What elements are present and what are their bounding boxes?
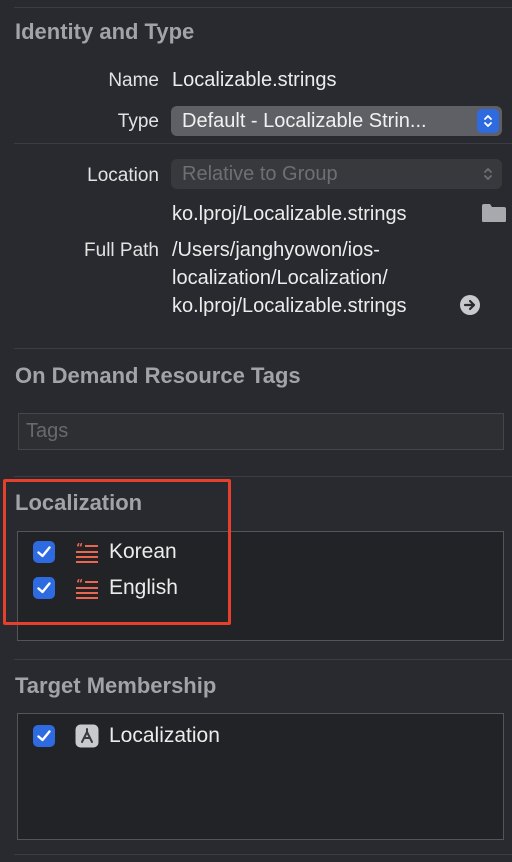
english-label: English — [109, 576, 178, 599]
full-path-line: /Users/janghyowon/ios- — [172, 239, 380, 261]
tags-input[interactable]: Tags — [18, 413, 504, 450]
on-demand-section-title: On Demand Resource Tags — [15, 363, 301, 388]
popup-stepper-icon — [477, 109, 499, 133]
checkmark-icon — [37, 730, 51, 742]
target-membership-divider — [14, 659, 512, 660]
localization-item-korean: “ Korean — [33, 539, 177, 565]
location-popup: Relative to Group — [171, 159, 502, 189]
name-label: Name — [108, 70, 159, 91]
full-path-line: ko.lproj/Localizable.strings — [172, 295, 407, 317]
localization-item-english: “ English — [33, 575, 178, 601]
reveal-in-finder-arrow-icon[interactable] — [459, 294, 481, 321]
korean-checkbox[interactable] — [33, 541, 55, 563]
top-divider — [14, 7, 512, 8]
bottom-divider — [14, 854, 512, 855]
location-file-path: ko.lproj/Localizable.strings — [172, 203, 407, 225]
korean-label: Korean — [109, 540, 177, 563]
strings-file-icon: “ — [75, 540, 99, 564]
target-item-localization: Localization — [33, 723, 220, 749]
location-label: Location — [87, 165, 159, 186]
localization-target-checkbox[interactable] — [33, 725, 55, 747]
target-membership-section-title: Target Membership — [15, 673, 217, 698]
type-label: Type — [117, 111, 159, 132]
location-popup-value: Relative to Group — [182, 162, 338, 185]
strings-file-icon: “ — [75, 576, 99, 600]
full-path-line: localization/Localization/ — [172, 267, 388, 289]
checkmark-icon — [37, 582, 51, 594]
english-checkbox[interactable] — [33, 577, 55, 599]
popup-stepper-icon — [477, 162, 499, 186]
localization-target-label: Localization — [109, 724, 220, 747]
checkmark-icon — [37, 546, 51, 558]
localization-section-title: Localization — [15, 490, 143, 515]
folder-icon[interactable] — [481, 203, 507, 228]
full-path-label: Full Path — [84, 240, 159, 261]
identity-section-title: Identity and Type — [15, 19, 195, 44]
identity-divider — [14, 143, 512, 144]
type-popup[interactable]: Default - Localizable Strin... — [171, 106, 502, 136]
on-demand-divider — [14, 348, 512, 349]
app-target-icon — [75, 724, 99, 748]
localization-divider — [14, 476, 512, 477]
name-value[interactable]: Localizable.strings — [172, 69, 337, 92]
type-popup-value: Default - Localizable Strin... — [182, 109, 427, 132]
